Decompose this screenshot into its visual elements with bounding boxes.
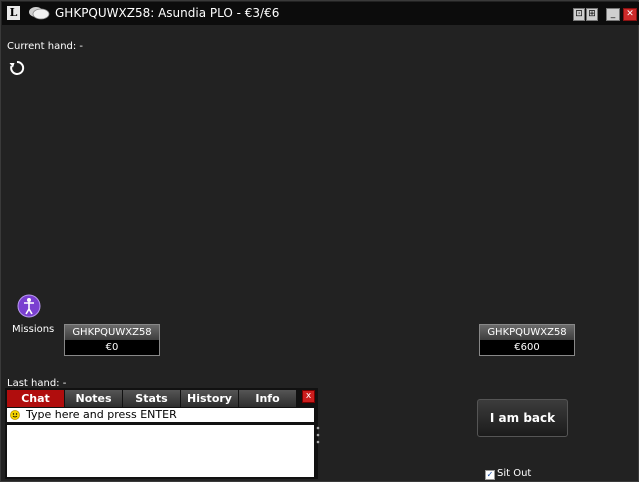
sit-out-label: Sit Out (497, 468, 532, 479)
chat-log[interactable] (7, 425, 314, 477)
tab-stats[interactable]: Stats (123, 390, 180, 407)
table-window: L GHKPQUWXZ58: Asundia PLO - €3/€6 ⊡ ⊞ _… (0, 0, 639, 482)
player-stack: €600 (514, 342, 540, 353)
restore-button[interactable]: ⊡ (573, 8, 585, 21)
chat-bubbles-icon (29, 7, 50, 20)
player-name: GHKPQUWXZ58 (480, 325, 574, 340)
refresh-icon[interactable] (8, 59, 26, 77)
panel-close-button[interactable]: x (302, 390, 315, 403)
tab-chat[interactable]: Chat (7, 390, 64, 407)
minimize-button[interactable]: _ (606, 8, 620, 21)
resize-grip-icon[interactable] (316, 424, 320, 446)
title-bar: L GHKPQUWXZ58: Asundia PLO - €3/€6 ⊡ ⊞ _… (2, 2, 639, 25)
player-name: GHKPQUWXZ58 (65, 325, 159, 340)
chat-input-placeholder: Type here and press ENTER (26, 408, 177, 421)
player-seat[interactable]: GHKPQUWXZ58 €600 (479, 324, 575, 356)
smiley-icon[interactable] (10, 410, 20, 420)
app-logo: L (7, 6, 20, 20)
chat-panel: Chat Notes Stats History Info x Type her… (5, 388, 320, 479)
chat-input[interactable]: Type here and press ENTER (7, 408, 314, 422)
player-seat[interactable]: GHKPQUWXZ58 €0 (64, 324, 160, 356)
sit-out-checkbox[interactable]: ✓ (485, 470, 495, 480)
sit-out-option[interactable]: ✓ Sit Out (485, 468, 531, 480)
current-hand-label: Current hand: - (7, 41, 84, 52)
i-am-back-button[interactable]: I am back (477, 399, 568, 437)
window-title: GHKPQUWXZ58: Asundia PLO - €3/€6 (55, 6, 280, 20)
tab-history[interactable]: History (181, 390, 238, 407)
chat-tabs: Chat Notes Stats History Info (7, 390, 299, 407)
close-button[interactable]: ✕ (623, 8, 637, 21)
missions-icon[interactable] (17, 294, 41, 318)
tab-notes[interactable]: Notes (65, 390, 122, 407)
player-stack: €0 (105, 342, 119, 353)
missions-label[interactable]: Missions (12, 324, 54, 335)
tab-info[interactable]: Info (239, 390, 296, 407)
tile-button[interactable]: ⊞ (586, 8, 598, 21)
